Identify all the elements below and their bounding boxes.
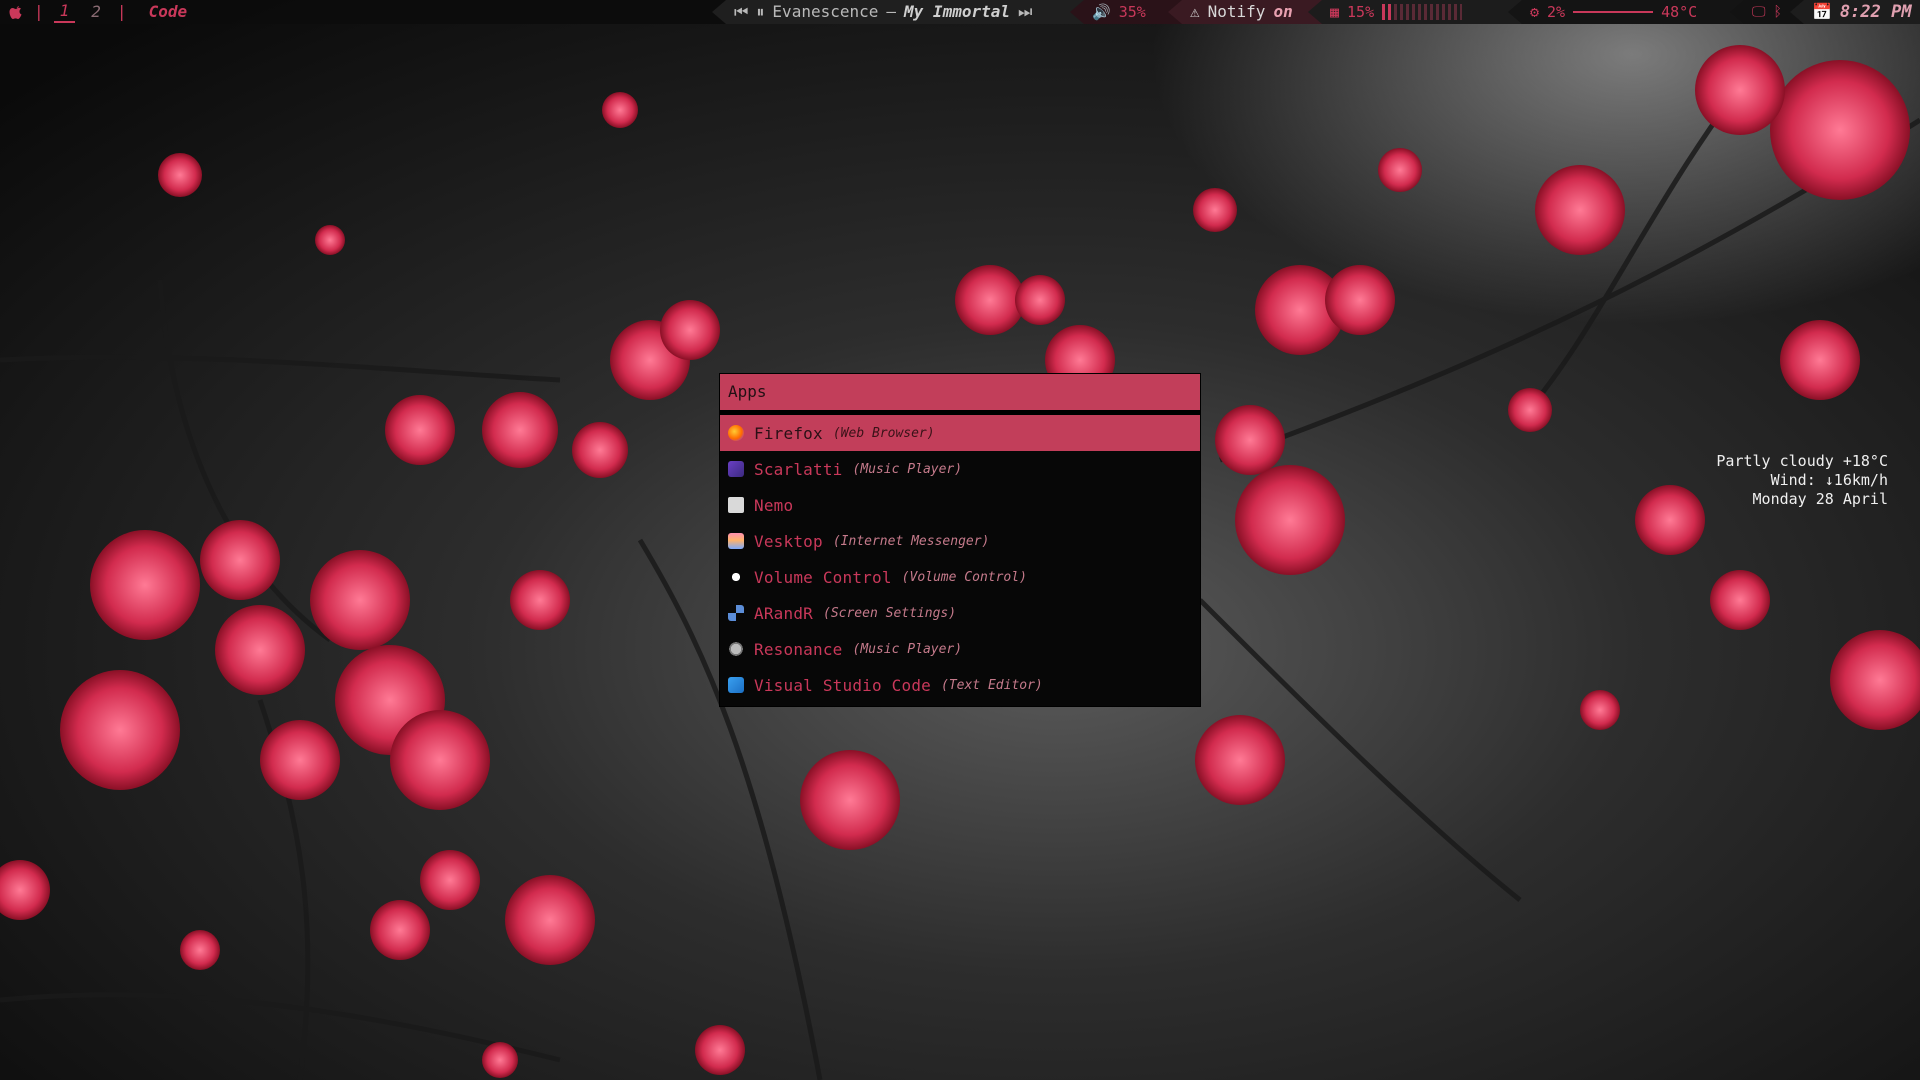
music-song: My Immortal [904, 2, 1010, 21]
app-name: Scarlatti [754, 459, 843, 479]
app-description: (Music Player) [852, 461, 963, 477]
memory-icon: ▦ [1330, 3, 1340, 21]
apple-icon[interactable] [8, 4, 24, 20]
scarlatti-icon [728, 461, 744, 477]
monitor-icon[interactable]: 🖵 [1752, 0, 1766, 24]
top-bar-left: | 1 2 | Code [8, 0, 187, 24]
memory-value: 15% [1347, 3, 1375, 21]
vscode-icon [728, 677, 744, 693]
list-item[interactable]: Firefox (Web Browser) [720, 415, 1200, 451]
cpu-value: 2% [1547, 3, 1566, 21]
speaker-icon: 🔊 [1092, 3, 1111, 21]
volume-control-icon [728, 569, 744, 585]
resonance-icon [728, 641, 744, 657]
app-description: (Music Player) [852, 641, 963, 657]
arandr-icon [728, 605, 744, 621]
vesktop-icon [728, 533, 744, 549]
list-item[interactable]: ARandR (Screen Settings) [720, 595, 1200, 631]
separator: | [34, 2, 44, 21]
cpu-temp: 48°C [1661, 3, 1698, 21]
workspace-2[interactable]: 2 [85, 0, 107, 24]
clock-widget[interactable]: 📅 8:22 PM [1790, 0, 1920, 24]
list-item[interactable]: Visual Studio Code (Text Editor) [720, 667, 1200, 703]
cpu-graph [1573, 11, 1654, 13]
music-artist: Evanescence [772, 2, 879, 21]
app-name: ARandR [754, 603, 813, 623]
app-name: Resonance [754, 639, 843, 659]
app-name: Vesktop [754, 531, 823, 551]
skip-back-icon[interactable]: ⏮ [734, 0, 748, 24]
app-description: (Volume Control) [901, 569, 1027, 585]
music-widget: ⏮ ⏸ Evanescence – My Immortal ⏭ [712, 0, 1099, 24]
clock-time: 8:22 PM [1839, 2, 1912, 22]
app-name: Volume Control [754, 567, 892, 587]
volume-value: 35% [1118, 3, 1146, 21]
warning-icon: ⚠ [1190, 2, 1200, 21]
list-item[interactable]: Nemo [720, 487, 1200, 523]
list-item[interactable]: Scarlatti (Music Player) [720, 451, 1200, 487]
cpu-widget: ⚙ 2% 48°C [1508, 0, 1766, 24]
top-bar: | 1 2 | Code ⏮ ⏸ Evanescence – My Immort… [0, 0, 1920, 24]
app-description: (Web Browser) [832, 425, 935, 441]
music-dash: – [886, 2, 897, 21]
weather-condition: Partly cloudy +18°C [1716, 452, 1888, 470]
bluetooth-icon[interactable]: ᛒ [1774, 0, 1782, 24]
list-item[interactable]: Vesktop (Internet Messenger) [720, 523, 1200, 559]
cpu-icon: ⚙ [1530, 3, 1540, 21]
list-item[interactable]: Volume Control (Volume Control) [720, 559, 1200, 595]
calendar-icon: 📅 [1812, 2, 1832, 21]
memory-widget: ▦ 15% [1308, 0, 1540, 24]
app-description: (Internet Messenger) [832, 533, 990, 549]
app-description: (Screen Settings) [823, 605, 957, 621]
pause-icon[interactable]: ⏸ [756, 0, 764, 24]
window-title: Code [148, 2, 188, 21]
workspace-1[interactable]: 1 [53, 1, 76, 23]
launcher-list: Firefox (Web Browser) Scarlatti (Music P… [720, 415, 1200, 703]
memory-bar-fill [1382, 4, 1395, 20]
skip-forward-icon[interactable]: ⏭ [1018, 0, 1032, 24]
firefox-icon [728, 425, 744, 441]
launcher-prompt[interactable]: Apps [720, 374, 1200, 415]
weather-wind: Wind: ↓16km/h [1770, 471, 1888, 489]
nemo-icon [728, 497, 744, 513]
list-item[interactable]: Resonance (Music Player) [720, 631, 1200, 667]
weather-date: Monday 28 April [1752, 490, 1888, 508]
app-description: (Text Editor) [941, 677, 1043, 693]
app-name: Firefox [754, 423, 823, 443]
memory-bar [1382, 4, 1463, 20]
app-name: Nemo [754, 495, 794, 515]
separator: | [116, 2, 127, 21]
notify-label: Notify [1207, 2, 1266, 21]
notify-state: on [1273, 2, 1293, 21]
app-name: Visual Studio Code [754, 675, 931, 695]
weather-widget: Partly cloudy +18°C Wind: ↓16km/h Monday… [1716, 452, 1888, 509]
app-launcher: Apps Firefox (Web Browser) Scarlatti (Mu… [720, 374, 1200, 706]
